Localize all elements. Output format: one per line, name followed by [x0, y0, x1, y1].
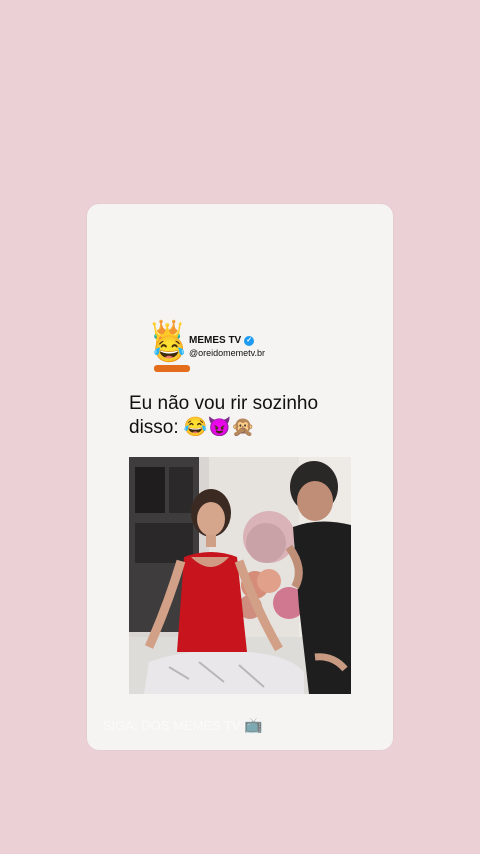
post-header: 👑 😂 MEMES TV ✓ @oreidomemetv.br — [151, 320, 351, 380]
post-caption: Eu não vou rir sozinho disso: 😂😈🙊 — [129, 392, 369, 440]
post-footer: SIGA: DOS MEMES TV 📺 — [103, 716, 263, 734]
footer-text: SIGA: DOS MEMES TV — [103, 718, 241, 733]
caption-line-2: disso: 😂😈🙊 — [129, 417, 255, 438]
verified-icon: ✓ — [244, 335, 255, 346]
video-player[interactable] — [129, 457, 351, 694]
channel-name-text: MEMES TV — [189, 335, 242, 346]
channel-name[interactable]: MEMES TV ✓ — [189, 335, 255, 346]
avatar[interactable]: 👑 😂 — [151, 320, 191, 376]
post-card: 👑 😂 MEMES TV ✓ @oreidomemetv.br Eu não v… — [87, 204, 393, 750]
tv-icon: 📺 — [244, 717, 264, 734]
channel-handle[interactable]: @oreidomemetv.br — [189, 348, 265, 358]
caption-line-1: Eu não vou rir sozinho — [129, 393, 319, 414]
laughing-emoji-icon: 😂 — [153, 334, 186, 364]
video-frame — [129, 457, 351, 694]
